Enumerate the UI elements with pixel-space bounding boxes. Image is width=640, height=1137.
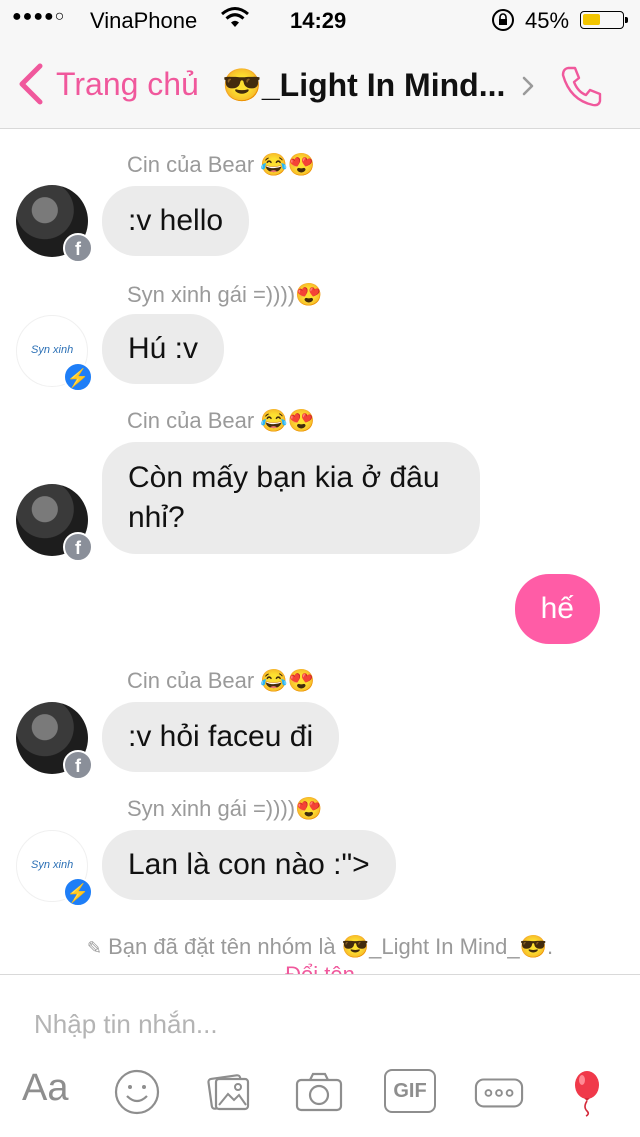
back-button[interactable]: Trang chủ [56,66,199,103]
sender-name: Cin của Bear 😂😍 [127,668,316,693]
carrier-name: VinaPhone [90,8,198,33]
status-bar: ●●●●○ VinaPhone 14:29 45% [0,0,640,40]
top-bar: ●●●●○ VinaPhone 14:29 45% Trang chủ 😎_Li… [0,0,640,129]
clock: 14:29 [290,8,347,33]
balloon-reaction-icon[interactable] [562,1067,612,1117]
gif-label: GIF [393,1080,427,1102]
pencil-icon: ✎ [86,938,102,958]
camera-icon[interactable] [294,1067,344,1117]
rename-link[interactable]: Đổi tên [0,962,640,974]
more-options-icon[interactable] [474,1067,524,1117]
chevron-right-icon[interactable] [516,72,540,100]
phone-call-icon[interactable] [558,62,606,110]
sender-name: Syn xinh gái =))))😍 [127,282,323,307]
title-text: _Light In Mind... [261,67,506,103]
gif-button[interactable]: GIF [384,1069,436,1113]
facebook-badge-icon: f [63,233,93,263]
battery-fill [583,14,600,25]
back-chevron-icon[interactable] [14,62,54,106]
messenger-badge-icon: ⚡ [63,362,93,392]
signal-strength: ●●●●○ [12,8,66,25]
message-input[interactable] [32,1003,596,1045]
sender-name: Syn xinh gái =))))😍 [127,796,323,821]
my-message-bubble[interactable]: hế [514,574,600,644]
sender-name: Cin của Bear 😂😍 [127,408,316,433]
message-bubble[interactable]: Lan là con nào :"> [102,830,396,900]
system-notice: ✎ Bạn đã đặt tên nhóm là 😎_Light In Mind… [0,934,640,960]
wifi-icon [221,7,249,27]
facebook-badge-icon: f [63,532,93,562]
composer: Aa GIF [0,974,640,1137]
message-bubble[interactable]: :v hello [102,186,250,256]
facebook-badge-icon: f [63,750,93,780]
rotation-lock-icon [492,9,514,31]
messenger-badge-icon: ⚡ [63,877,93,907]
battery-percent: 45% [525,8,570,33]
photo-gallery-icon[interactable] [204,1067,254,1117]
title-emoji: 😎 [222,67,262,103]
battery-icon [580,11,628,29]
sender-name: Cin của Bear 😂😍 [127,152,316,177]
conversation-title[interactable]: 😎_Light In Mind... [222,66,505,104]
emoji-icon[interactable] [112,1067,162,1117]
message-bubble[interactable]: Hú :v [102,314,225,384]
notice-text: Bạn đã đặt tên nhóm là 😎_Light In Mind_😎… [108,934,554,959]
text-format-button[interactable]: Aa [22,1067,68,1110]
message-bubble[interactable]: :v hỏi faceu đi [102,702,340,772]
message-bubble[interactable]: Còn mấy bạn kia ở đâu nhỉ? [102,442,480,554]
